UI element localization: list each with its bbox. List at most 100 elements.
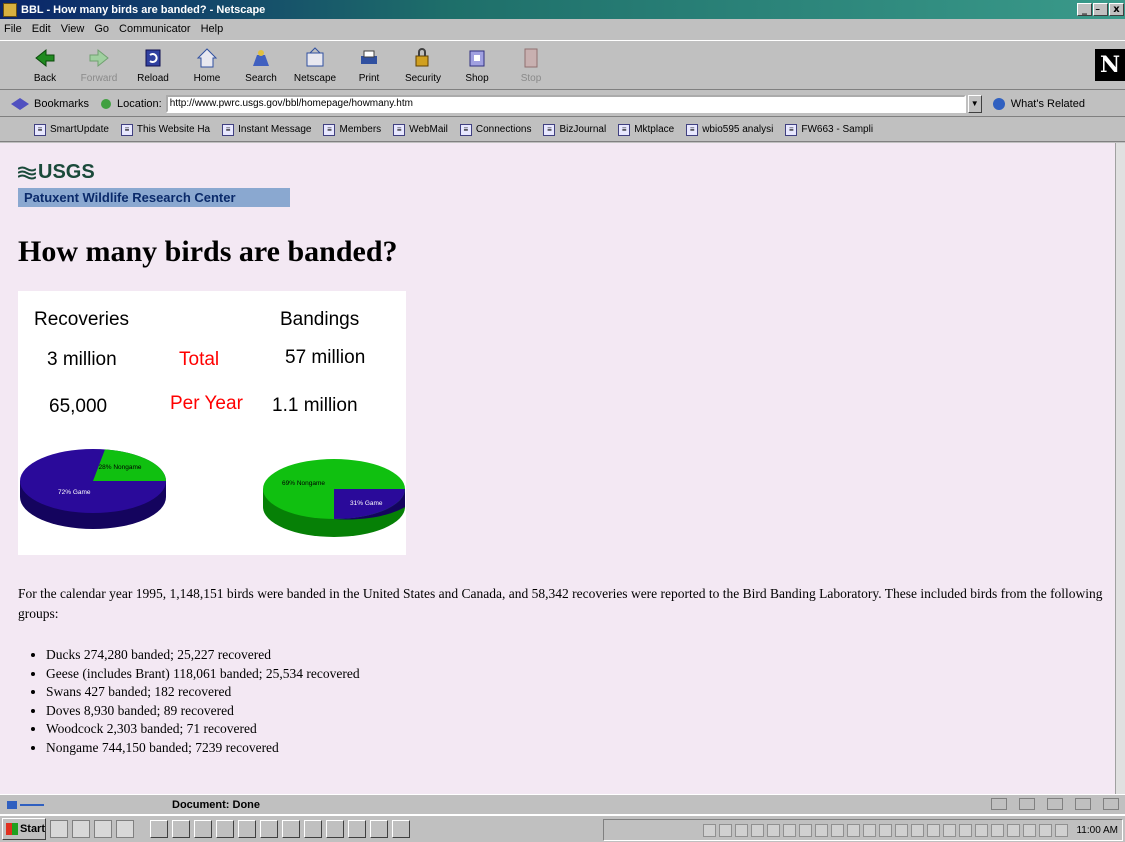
tray-icon[interactable]: [975, 823, 989, 837]
location-icon: [101, 98, 112, 109]
usgs-waves-icon: [18, 166, 36, 179]
maximize-button[interactable]: ̵: [1093, 3, 1108, 16]
tray-icon[interactable]: [719, 823, 733, 837]
tray-icon[interactable]: [959, 823, 973, 837]
taskbar-window-button[interactable]: [216, 820, 234, 838]
tray-icon[interactable]: [1039, 823, 1053, 837]
taskbar-window-button[interactable]: [150, 820, 168, 838]
tray-icon[interactable]: [1007, 823, 1021, 837]
usgs-logo[interactable]: USGS: [18, 161, 95, 184]
tray-icon[interactable]: [911, 823, 925, 837]
taskbar-window-button[interactable]: [304, 820, 322, 838]
component-bar: [979, 798, 1119, 810]
search-button[interactable]: Search: [234, 46, 288, 84]
per-year-label: Per Year: [170, 393, 243, 414]
back-button[interactable]: Back: [18, 46, 72, 84]
menu-communicator[interactable]: Communicator: [119, 23, 191, 35]
bookmark-webmail[interactable]: ≡ WebMail: [393, 123, 448, 136]
bandings-pie: 69% Nongame 31% Game: [263, 459, 405, 537]
taskbar-window-button[interactable]: [238, 820, 256, 838]
bookmark-page-icon: ≡: [686, 123, 699, 136]
tray-icon[interactable]: [751, 823, 765, 837]
taskbar-window-button[interactable]: [326, 820, 344, 838]
tray-icon[interactable]: [879, 823, 893, 837]
security-button[interactable]: Security: [396, 46, 450, 84]
tray-icon[interactable]: [863, 823, 877, 837]
tray-icon[interactable]: [927, 823, 941, 837]
whats-related-button[interactable]: What's Related: [990, 97, 1085, 111]
close-button[interactable]: x: [1109, 3, 1124, 16]
quicklaunch-icon[interactable]: [116, 820, 134, 838]
windows-taskbar: Start 11:00 AM: [0, 814, 1125, 842]
tray-icon[interactable]: [735, 823, 749, 837]
quicklaunch-icon[interactable]: [94, 820, 112, 838]
vertical-scrollbar[interactable]: [1115, 143, 1125, 794]
component-icon[interactable]: [1075, 798, 1091, 810]
menu-edit[interactable]: Edit: [32, 23, 51, 35]
shop-button[interactable]: Shop: [450, 46, 504, 84]
component-icon[interactable]: [1047, 798, 1063, 810]
pie1-nongame-label: 28% Nongame: [99, 464, 142, 471]
forward-arrow-icon: [87, 46, 111, 70]
bookmark-bizjournal[interactable]: ≡ BizJournal: [543, 123, 606, 136]
menu-go[interactable]: Go: [94, 23, 109, 35]
search-icon: [249, 46, 273, 70]
stop-button[interactable]: Stop: [504, 46, 558, 84]
bookmark-page-icon: ≡: [222, 123, 235, 136]
forward-button[interactable]: Forward: [72, 46, 126, 84]
tray-icon[interactable]: [895, 823, 909, 837]
taskbar-window-button[interactable]: [260, 820, 278, 838]
taskbar-window-button[interactable]: [392, 820, 410, 838]
tray-icon[interactable]: [783, 823, 797, 837]
bookmark-connections[interactable]: ≡ Connections: [459, 123, 531, 136]
taskbar-window-button[interactable]: [282, 820, 300, 838]
menu-help[interactable]: Help: [201, 23, 224, 35]
list-item: Swans 427 banded; 182 recovered: [46, 683, 360, 702]
netscape-button[interactable]: Netscape: [288, 46, 342, 84]
tray-icon[interactable]: [991, 823, 1005, 837]
bookmark-fw663[interactable]: ≡ FW663 - Sampli: [785, 123, 873, 136]
start-button[interactable]: Start: [2, 818, 46, 840]
navigation-toolbar: Back Forward Reload Home Search Netscape…: [0, 40, 1125, 90]
taskbar-window-button[interactable]: [194, 820, 212, 838]
taskbar-clock[interactable]: 11:00 AM: [1076, 825, 1118, 836]
bookmark-instant-message[interactable]: ≡ Instant Message: [222, 123, 311, 136]
bookmark-smartupdate[interactable]: ≡ SmartUpdate: [34, 123, 109, 136]
netscape-logo[interactable]: N: [1095, 49, 1125, 81]
connection-status-icon[interactable]: [6, 798, 46, 812]
tray-icon[interactable]: [815, 823, 829, 837]
url-dropdown-button[interactable]: ▼: [967, 94, 982, 113]
tray-icon[interactable]: [799, 823, 813, 837]
bookmark-this-website[interactable]: ≡ This Website Ha: [120, 123, 210, 136]
component-icon[interactable]: [1103, 798, 1119, 810]
component-icon[interactable]: [1019, 798, 1035, 810]
quicklaunch-icon[interactable]: [50, 820, 68, 838]
quicklaunch-icon[interactable]: [72, 820, 90, 838]
menu-view[interactable]: View: [61, 23, 85, 35]
component-icon[interactable]: [991, 798, 1007, 810]
bookmarks-button[interactable]: Bookmarks: [10, 97, 89, 111]
home-button[interactable]: Home: [180, 46, 234, 84]
url-input[interactable]: [165, 94, 966, 113]
patuxent-banner[interactable]: Patuxent Wildlife Research Center: [18, 188, 290, 207]
netscape-window-icon[interactable]: [3, 2, 17, 17]
recoveries-total: 3 million: [47, 349, 117, 370]
bookmark-wbio595[interactable]: ≡ wbio595 analysi: [686, 123, 773, 136]
taskbar-window-button[interactable]: [348, 820, 366, 838]
tray-icon[interactable]: [1023, 823, 1037, 837]
tray-icon[interactable]: [1055, 823, 1069, 837]
tray-icon[interactable]: [703, 823, 717, 837]
print-button[interactable]: Print: [342, 46, 396, 84]
tray-icon[interactable]: [831, 823, 845, 837]
bookmark-mktplace[interactable]: ≡ Mktplace: [618, 123, 674, 136]
tray-icon[interactable]: [847, 823, 861, 837]
tray-icon[interactable]: [767, 823, 781, 837]
taskbar-window-button[interactable]: [370, 820, 388, 838]
reload-button[interactable]: Reload: [126, 46, 180, 84]
taskbar-window-button[interactable]: [172, 820, 190, 838]
menu-file[interactable]: File: [4, 23, 22, 35]
minimize-button[interactable]: _: [1077, 3, 1092, 16]
stop-icon: [519, 46, 543, 70]
tray-icon[interactable]: [943, 823, 957, 837]
bookmark-members[interactable]: ≡ Members: [323, 123, 381, 136]
